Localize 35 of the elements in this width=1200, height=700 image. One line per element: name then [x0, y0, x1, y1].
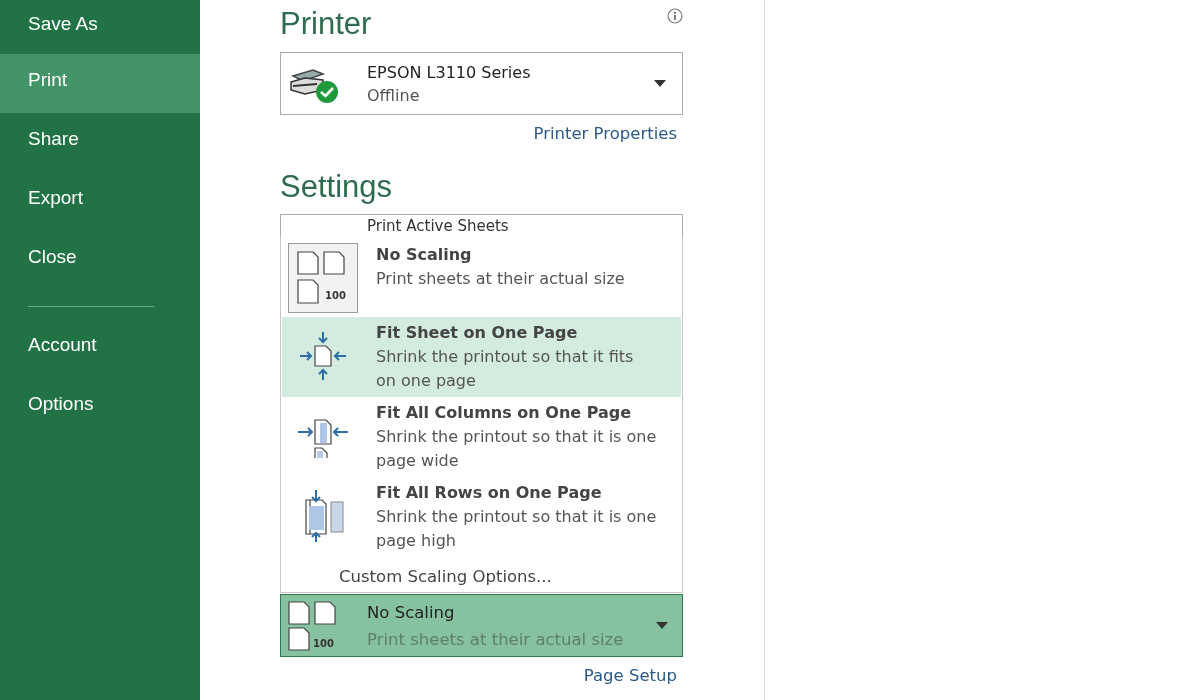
option-title: Fit Sheet on One Page	[376, 322, 579, 344]
scaling-option[interactable]: Fit Sheet on One Page Shrink the printout so that it fits on one page	[282, 317, 681, 397]
option-description: Shrink the printout so that it is one page high	[376, 506, 658, 552]
printer-properties-link[interactable]: Printer Properties	[533, 121, 677, 147]
scale-number: 100	[325, 290, 346, 301]
option-description: Print sheets at their actual size	[376, 268, 626, 290]
info-icon[interactable]	[667, 8, 683, 24]
section-heading: Settings	[280, 168, 393, 206]
scale-number: 100	[313, 637, 334, 649]
caret-icon	[656, 622, 668, 629]
printer-status: Offline	[367, 85, 421, 105]
sidebar-item[interactable]: Save As	[0, 0, 200, 54]
scaling-option[interactable]: Fit All Columns on One Page Shrink the printout so that it is one page wide	[282, 397, 681, 477]
sidebar-item[interactable]: Account	[0, 319, 200, 378]
sidebar-item[interactable]: Close	[0, 231, 200, 290]
scaling-option[interactable]: 100 No Scaling Print sheets at their actual size	[282, 239, 681, 317]
option-title: No Scaling	[376, 244, 473, 266]
sidebar-item[interactable]: Export	[0, 172, 200, 231]
caret-icon	[654, 80, 666, 87]
scaling-title: No Scaling	[367, 602, 456, 622]
page-setup-link[interactable]: Page Setup	[583, 663, 677, 689]
option-title: Fit All Rows on One Page	[376, 482, 603, 504]
scaling-option[interactable]: Fit All Rows on One Page Shrink the printout so that it is one page high	[282, 477, 681, 557]
sidebar-item[interactable]: Share	[0, 113, 200, 172]
option-description: Shrink the printout so that it is one page wide	[376, 426, 658, 472]
section-heading: Printer	[280, 5, 372, 43]
option-title: Fit All Columns on One Page	[376, 402, 633, 424]
sidebar-item[interactable]: Print	[0, 54, 200, 113]
sidebar-item[interactable]: Options	[0, 378, 200, 437]
option-description: Shrink the printout so that it fits on one page	[376, 346, 635, 392]
scaling-dropdown[interactable]: 100 No Scaling Print sheets at their actual size	[280, 594, 683, 657]
scaling-description: Print sheets at their actual size	[367, 629, 625, 649]
printer-name: EPSON L3110 Series	[367, 62, 532, 82]
custom-scaling-option[interactable]: Custom Scaling Options...	[282, 559, 681, 595]
printer-dropdown[interactable]: EPSON L3110 Series Offline	[280, 52, 683, 115]
